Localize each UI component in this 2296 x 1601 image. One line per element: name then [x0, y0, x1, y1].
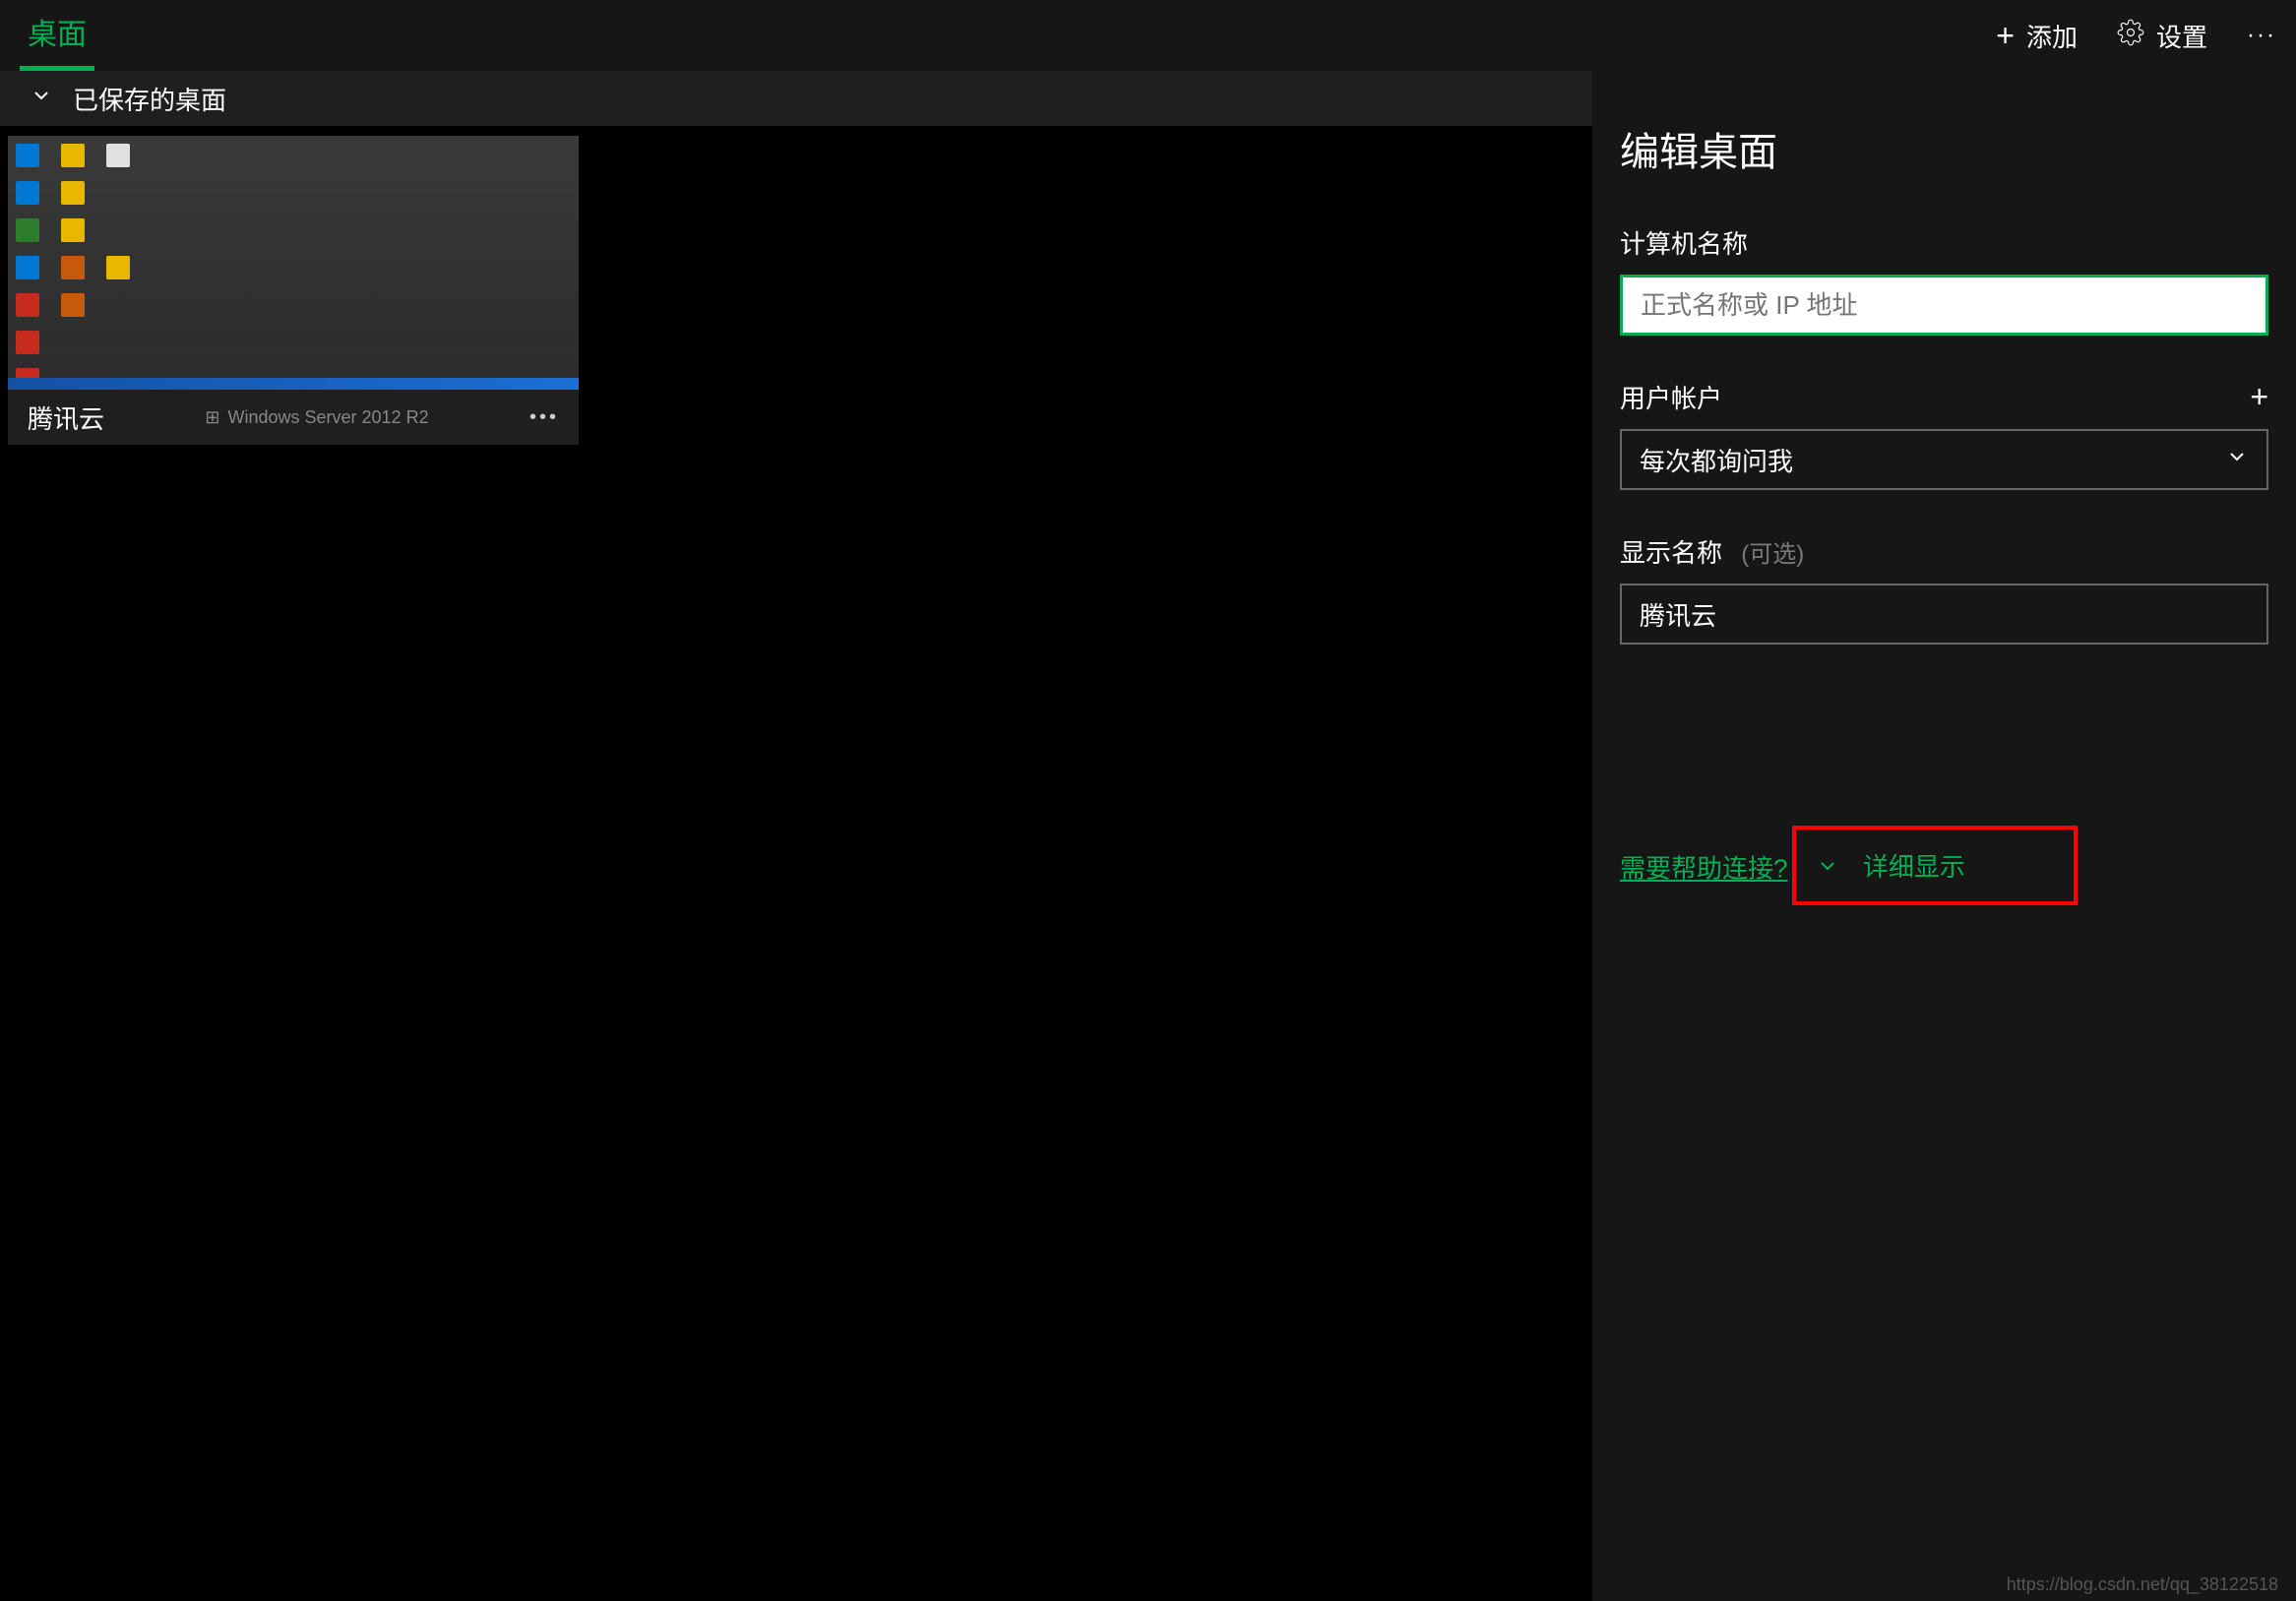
optional-label: (可选) — [1741, 541, 1804, 568]
tab-desktop[interactable]: 桌面 — [20, 0, 94, 71]
computer-name-input[interactable] — [1620, 275, 2268, 336]
desktop-card[interactable]: 腾讯云 ⊞ Windows Server 2012 R2 ••• — [8, 136, 579, 445]
add-label: 添加 — [2026, 18, 2078, 54]
user-account-label: 用户帐户 — [1620, 379, 1722, 415]
desktop-grid: 腾讯云 ⊞ Windows Server 2012 R2 ••• — [0, 126, 1592, 455]
settings-label: 设置 — [2156, 18, 2207, 54]
chevron-down-icon — [1816, 854, 1839, 878]
tab-underline — [20, 66, 94, 71]
card-more-button[interactable]: ••• — [529, 406, 559, 429]
desktop-name: 腾讯云 — [28, 400, 104, 436]
field-user-account: 用户帐户 + 每次都询问我 — [1620, 379, 2268, 490]
add-button[interactable]: 添加 — [1996, 18, 2078, 54]
watermark: https://blog.csdn.net/qq_38122518 — [2007, 1574, 2278, 1595]
computer-name-label: 计算机名称 — [1620, 224, 1748, 261]
settings-button[interactable]: 设置 — [2117, 18, 2207, 54]
os-badge: ⊞ Windows Server 2012 R2 — [205, 407, 428, 428]
editor-title: 编辑桌面 — [1620, 120, 2268, 177]
details-toggle[interactable]: 详细显示 — [1792, 826, 2078, 905]
left-pane: 已保存的桌面 腾讯云 — [0, 71, 1592, 1601]
header-actions: 添加 设置 ··· — [1996, 18, 2276, 54]
tab-area: 桌面 — [20, 0, 94, 71]
thumbnail-icons — [16, 144, 144, 390]
display-name-label: 显示名称 (可选) — [1620, 533, 1804, 570]
desktop-thumbnail — [8, 136, 579, 390]
chevron-down-icon — [2225, 445, 2249, 475]
field-computer-name: 计算机名称 — [1620, 224, 2268, 336]
details-label: 详细显示 — [1863, 847, 1965, 884]
header-bar: 桌面 添加 设置 ··· — [0, 0, 2296, 71]
saved-desktops-label: 已保存的桌面 — [73, 81, 226, 117]
chevron-down-icon — [30, 84, 53, 114]
user-account-value: 每次都询问我 — [1640, 442, 1793, 478]
desktop-caption: 腾讯云 ⊞ Windows Server 2012 R2 ••• — [8, 390, 579, 445]
gear-icon — [2117, 19, 2144, 53]
plus-icon — [1996, 18, 2015, 54]
windows-icon: ⊞ — [205, 407, 219, 428]
tab-label: 桌面 — [28, 10, 87, 53]
saved-desktops-header[interactable]: 已保存的桌面 — [0, 71, 1592, 126]
help-connect-link[interactable]: 需要帮助连接? — [1620, 854, 1787, 884]
user-account-select[interactable]: 每次都询问我 — [1620, 429, 2268, 490]
field-display-name: 显示名称 (可选) — [1620, 533, 2268, 645]
more-button[interactable]: ··· — [2247, 22, 2276, 49]
add-account-button[interactable]: + — [2250, 379, 2268, 415]
right-pane-editor: 编辑桌面 计算机名称 用户帐户 + 每次都询问我 — [1592, 71, 2296, 1601]
main-area: 已保存的桌面 腾讯云 — [0, 71, 2296, 1601]
display-name-input[interactable] — [1620, 584, 2268, 645]
os-label: Windows Server 2012 R2 — [228, 407, 429, 428]
thumbnail-taskbar — [8, 378, 579, 390]
